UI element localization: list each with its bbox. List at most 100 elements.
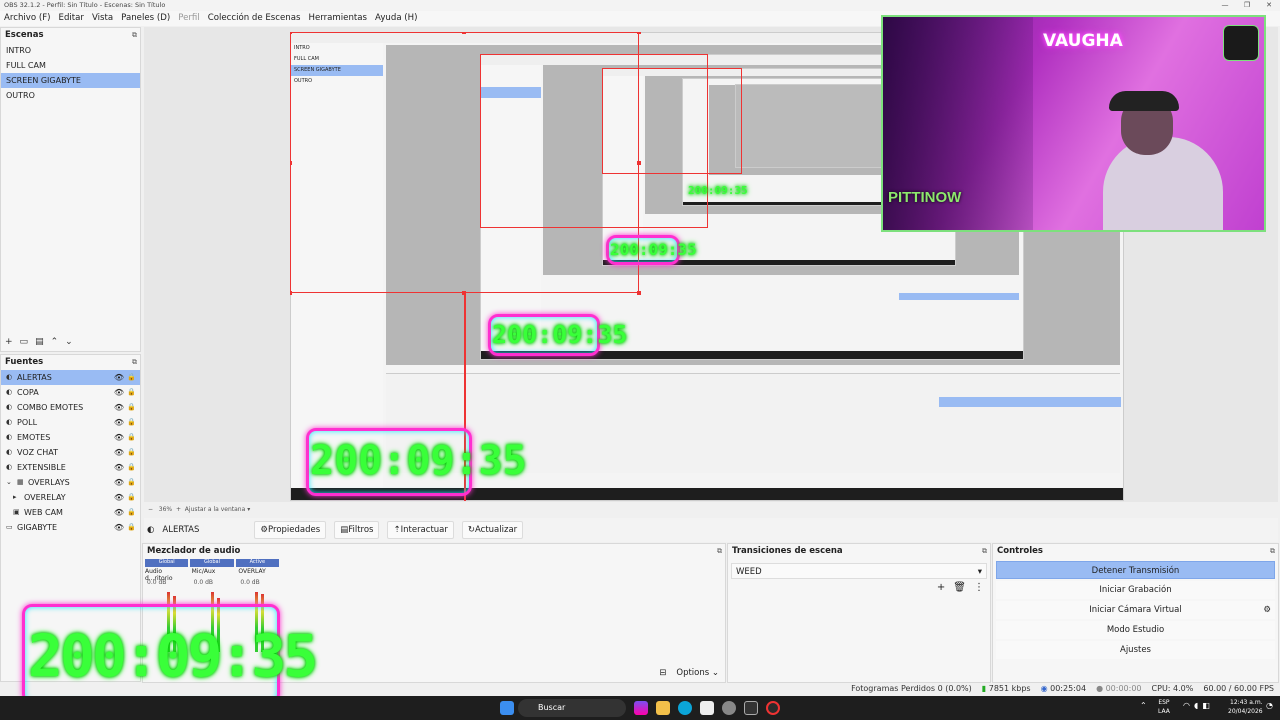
remove-transition-icon[interactable]: 🗑 [953, 582, 966, 593]
resize-handle[interactable] [637, 161, 641, 165]
notification-icon[interactable]: ◔ [1266, 701, 1273, 710]
scene-item-screen-gigabyte[interactable]: SCREEN GIGABYTE [1, 73, 140, 88]
chevron-right-icon[interactable]: ▸ [13, 490, 22, 505]
visibility-eye-icon[interactable]: 👁 [114, 490, 124, 505]
tray-chevron-icon[interactable]: ⌃ [1140, 701, 1147, 710]
gear-icon[interactable]: ⚙ [1263, 601, 1271, 619]
source-item-poll[interactable]: ◐ POLL 👁 🔒 [1, 415, 140, 430]
source-item-web-cam[interactable]: ▣ WEB CAM 👁 🔒 [1, 505, 140, 520]
menu-edit[interactable]: Editar [55, 11, 88, 26]
visibility-eye-icon[interactable]: 👁 [114, 520, 124, 535]
selection-box[interactable] [602, 68, 742, 174]
zoom-out-icon[interactable]: − [148, 506, 153, 513]
dock-menu-icon[interactable]: ⧉ [132, 28, 137, 43]
move-down-icon[interactable]: ⌄ [65, 335, 73, 349]
menu-scene-collection[interactable]: Colección de Escenas [204, 11, 305, 26]
lock-icon[interactable]: 🔒 [127, 370, 136, 385]
settings-button[interactable]: Ajustes [996, 641, 1275, 659]
filter-scene-icon[interactable]: ▤ [35, 335, 44, 349]
filters-button[interactable]: ▤Filtros [334, 521, 380, 539]
scene-item-intro[interactable]: INTRO [1, 43, 140, 58]
visibility-eye-icon[interactable]: 👁 [114, 370, 124, 385]
visibility-eye-icon[interactable]: 👁 [114, 445, 124, 460]
layout-toggle-icon[interactable]: ⊟ [659, 668, 666, 678]
clock[interactable]: 12:43 a.m. 20/04/2026 [1228, 698, 1263, 716]
lock-icon[interactable]: 🔒 [127, 475, 136, 490]
source-item-alertas[interactable]: ◐ ALERTAS 👁 🔒 [1, 370, 140, 385]
file-explorer-icon[interactable] [656, 701, 670, 715]
dock-menu-icon[interactable]: ⧉ [132, 355, 137, 370]
lock-icon[interactable]: 🔒 [127, 445, 136, 460]
obs-icon[interactable] [766, 701, 780, 715]
add-scene-icon[interactable]: + [5, 335, 13, 349]
mixer-options-button[interactable]: Options ⌄ [676, 668, 719, 678]
source-item-overlays[interactable]: ⌄ ▦ OVERLAYS 👁 🔒 [1, 475, 140, 490]
lock-icon[interactable]: 🔒 [127, 415, 136, 430]
menu-docks[interactable]: Paneles (D) [117, 11, 174, 26]
taskbar-search[interactable]: Buscar [518, 699, 626, 717]
lock-icon[interactable]: 🔒 [127, 385, 136, 400]
edge-icon[interactable] [678, 701, 692, 715]
refresh-button[interactable]: ↻Actualizar [461, 521, 524, 539]
remove-scene-icon[interactable]: ▭ [20, 335, 29, 349]
resize-handle[interactable] [637, 32, 641, 34]
add-transition-icon[interactable]: + [937, 582, 945, 593]
capcut-icon[interactable] [744, 701, 758, 715]
lock-icon[interactable]: 🔒 [127, 520, 136, 535]
resize-handle[interactable] [290, 32, 292, 34]
zoom-fit-dropdown[interactable]: Ajustar a la ventana [185, 506, 246, 513]
menu-tools[interactable]: Herramientas [304, 11, 371, 26]
start-recording-button[interactable]: Iniciar Grabación [996, 581, 1275, 599]
resize-handle[interactable] [290, 161, 292, 165]
resize-handle[interactable] [637, 291, 641, 295]
copilot-icon[interactable] [634, 701, 648, 715]
visibility-eye-icon[interactable]: 👁 [114, 400, 124, 415]
dock-menu-icon[interactable]: ⧉ [717, 544, 722, 559]
menu-profile[interactable]: Perfil [174, 11, 204, 26]
studio-mode-button[interactable]: Modo Estudio [996, 621, 1275, 639]
chevron-down-icon[interactable]: ⌄ [6, 475, 15, 490]
source-item-emotes[interactable]: ◐ EMOTES 👁 🔒 [1, 430, 140, 445]
properties-button[interactable]: ⚙Propiedades [254, 521, 327, 539]
more-options-icon[interactable]: ⋮ [974, 582, 984, 593]
menu-file[interactable]: Archivo (F) [0, 11, 55, 26]
visibility-eye-icon[interactable]: 👁 [114, 460, 124, 475]
language-indicator[interactable]: ESP LAA [1158, 698, 1170, 716]
tray-icons[interactable]: ◠◖◧ [1183, 701, 1214, 710]
store-icon[interactable] [700, 701, 714, 715]
scene-item-full-cam[interactable]: FULL CAM [1, 58, 140, 73]
dock-menu-icon[interactable]: ⧉ [1270, 544, 1275, 559]
source-item-gigabyte[interactable]: ▭ GIGABYTE 👁 🔒 [1, 520, 140, 535]
interact-button[interactable]: ⇡Interactuar [387, 521, 454, 539]
resize-handle[interactable] [462, 291, 466, 295]
stop-streaming-button[interactable]: Detener Transmisión [996, 561, 1275, 579]
lock-icon[interactable]: 🔒 [127, 505, 136, 520]
settings-gear-icon[interactable] [722, 701, 736, 715]
menu-help[interactable]: Ayuda (H) [371, 11, 421, 26]
lock-icon[interactable]: 🔒 [127, 460, 136, 475]
start-virtual-camera-button[interactable]: Iniciar Cámara Virtual ⚙ [996, 601, 1275, 619]
source-item-overelay[interactable]: ▸ OVERELAY 👁 🔒 [1, 490, 140, 505]
visibility-eye-icon[interactable]: 👁 [114, 415, 124, 430]
lock-icon[interactable]: 🔒 [127, 430, 136, 445]
visibility-eye-icon[interactable]: 👁 [114, 430, 124, 445]
scene-item-outro[interactable]: OUTRO [1, 88, 140, 103]
menu-view[interactable]: Vista [88, 11, 117, 26]
dock-menu-icon[interactable]: ⧉ [982, 544, 987, 559]
maximize-button[interactable]: ❐ [1236, 0, 1258, 11]
source-item-extensible[interactable]: ◐ EXTENSIBLE 👁 🔒 [1, 460, 140, 475]
move-up-icon[interactable]: ⌃ [51, 335, 59, 349]
minimize-button[interactable]: — [1214, 0, 1236, 11]
start-menu-icon[interactable] [500, 701, 514, 715]
visibility-eye-icon[interactable]: 👁 [114, 475, 124, 490]
close-button[interactable]: ✕ [1258, 0, 1280, 11]
visibility-eye-icon[interactable]: 👁 [114, 385, 124, 400]
lock-icon[interactable]: 🔒 [127, 400, 136, 415]
visibility-eye-icon[interactable]: 👁 [114, 505, 124, 520]
source-item-voz-chat[interactable]: ◐ VOZ CHAT 👁 🔒 [1, 445, 140, 460]
source-item-combo-emotes[interactable]: ◐ COMBO EMOTES 👁 🔒 [1, 400, 140, 415]
resize-handle[interactable] [462, 32, 466, 34]
resize-handle[interactable] [290, 291, 292, 295]
transition-select[interactable]: WEED ▾ [731, 563, 987, 579]
lock-icon[interactable]: 🔒 [127, 490, 136, 505]
